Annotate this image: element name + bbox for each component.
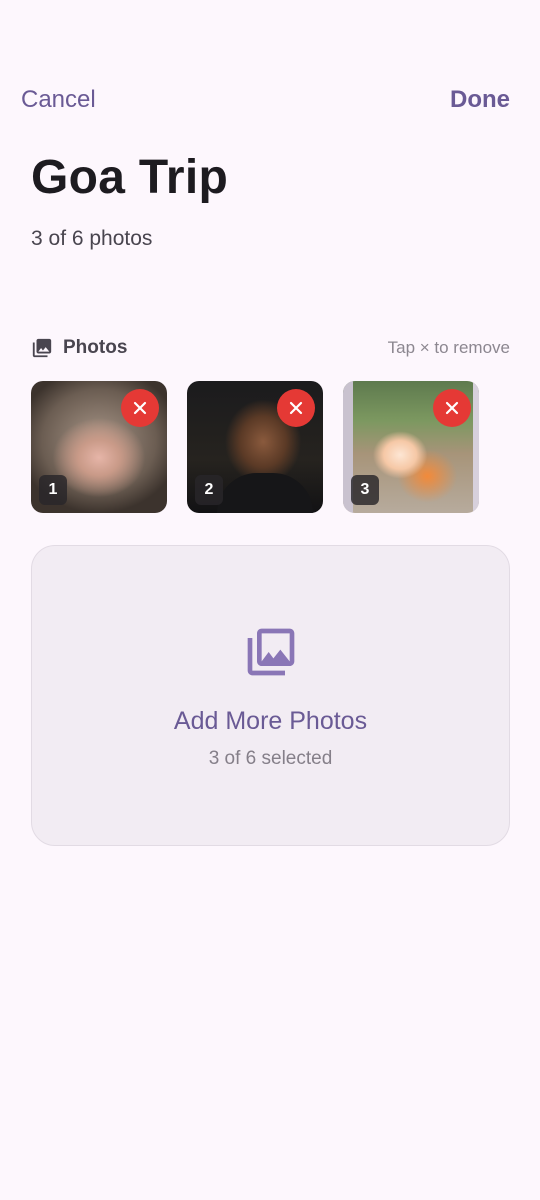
remove-photo-button[interactable] bbox=[277, 389, 315, 427]
photo-thumbnail[interactable]: 1 bbox=[31, 381, 167, 513]
add-more-photos-card[interactable]: Add More Photos 3 of 6 selected bbox=[31, 545, 510, 846]
photo-library-icon bbox=[32, 338, 52, 358]
photo-count: 3 of 6 photos bbox=[31, 227, 153, 250]
selected-count: 3 of 6 selected bbox=[208, 748, 333, 769]
photo-thumbnail[interactable]: 3 bbox=[343, 381, 479, 513]
photo-thumbnail[interactable]: 2 bbox=[187, 381, 323, 513]
close-icon bbox=[289, 401, 303, 415]
photo-index-badge: 1 bbox=[39, 475, 67, 505]
photos-section-header: Photos Tap × to remove bbox=[31, 334, 510, 362]
remove-photo-button[interactable] bbox=[433, 389, 471, 427]
close-icon bbox=[133, 401, 147, 415]
photo-index-badge: 3 bbox=[351, 475, 379, 505]
page-title: Goa Trip bbox=[31, 151, 229, 204]
remove-hint: Tap × to remove bbox=[387, 338, 510, 357]
cancel-button[interactable]: Cancel bbox=[21, 86, 96, 114]
photo-library-icon bbox=[247, 628, 295, 676]
remove-photo-button[interactable] bbox=[121, 389, 159, 427]
photo-index-badge: 2 bbox=[195, 475, 223, 505]
done-button[interactable]: Done bbox=[450, 86, 510, 114]
photo-thumbnails: 1 2 3 bbox=[31, 381, 479, 513]
add-more-title: Add More Photos bbox=[173, 707, 368, 735]
top-bar: Cancel Done bbox=[21, 82, 510, 118]
close-icon bbox=[445, 401, 459, 415]
section-label: Photos bbox=[63, 337, 128, 358]
section-title-group: Photos bbox=[31, 337, 127, 359]
screen: Cancel Done Goa Trip 3 of 6 photos Photo… bbox=[0, 0, 540, 1200]
